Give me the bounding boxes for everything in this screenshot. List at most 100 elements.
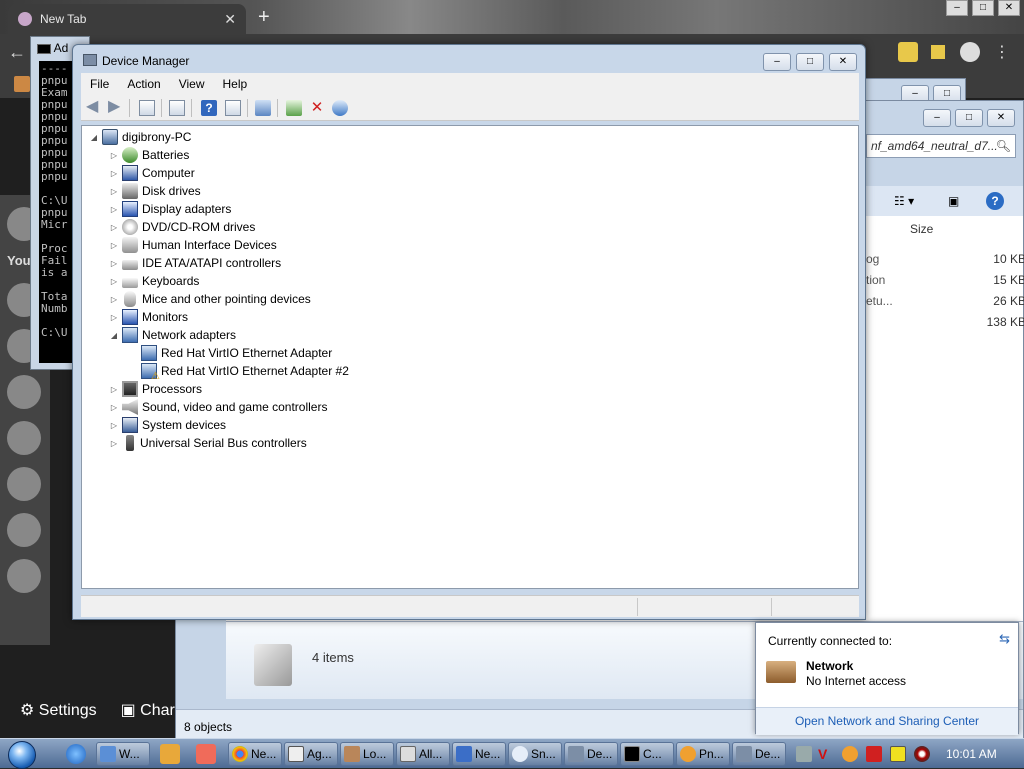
device-tree[interactable]: ◢ digibrony-PC ▷ Batteries ▷ Computer ▷ … [81,125,859,589]
media-player-icon[interactable] [160,744,180,764]
browser-close-button[interactable]: ✕ [998,0,1020,16]
properties-icon[interactable] [169,100,185,116]
taskbar-clock[interactable]: 10:01 AM [946,747,997,761]
expand-arrow-icon[interactable]: ▷ [108,295,120,304]
expand-arrow-icon[interactable]: ▷ [108,259,120,268]
telegram-icon[interactable] [7,513,41,547]
taskbar-task[interactable]: De... [564,742,618,766]
reddit-icon[interactable] [7,559,41,593]
back-arrow-icon[interactable]: ◀ [86,99,102,116]
tree-item-processors[interactable]: ▷ Processors [108,380,202,398]
taskbar-task[interactable]: Ne... [452,742,506,766]
taskbar-task[interactable]: Lo... [340,742,394,766]
taskbar-task[interactable]: Ag... [284,742,338,766]
tree-item-monitors[interactable]: ▷ Monitors [108,308,188,326]
show-action-pane-icon[interactable] [225,100,241,116]
browser-maximize-button[interactable]: □ [972,0,994,16]
tray-network-icon[interactable] [890,746,906,762]
tray-v-icon[interactable]: V [818,746,834,762]
tree-item-ide-controllers[interactable]: ▷ IDE ATA/ATAPI controllers [108,254,281,272]
tree-item-virtio-adapter[interactable]: Red Hat VirtIO Ethernet Adapter [127,344,332,362]
taskbar-task[interactable]: Ne... [228,742,282,766]
whatsapp-icon[interactable] [7,467,41,501]
tree-item-human-interface-devices[interactable]: ▷ Human Interface Devices [108,236,277,254]
file-row[interactable]: 138 KB [866,315,1024,335]
menu-help[interactable]: Help [214,77,257,91]
tree-item-virtio-adapter-2[interactable]: Red Hat VirtIO Ethernet Adapter #2 [127,362,349,382]
uninstall-device-icon[interactable]: ✕ [309,100,325,116]
pinterest-icon[interactable] [7,375,41,409]
change-view-icon[interactable]: ☷ ▾ [894,194,914,208]
maximize-button[interactable]: □ [796,53,824,71]
start-button[interactable] [8,741,36,769]
expand-arrow-icon[interactable]: ▷ [108,223,120,232]
tray-app-icon[interactable] [796,746,812,762]
browser-tab-new-tab[interactable]: New Tab ✕ [8,4,246,34]
expand-arrow-icon[interactable]: ▷ [108,241,120,250]
taskbar-task[interactable]: C... [620,742,674,766]
scan-hardware-changes-icon[interactable] [255,100,271,116]
tree-item-computer[interactable]: ▷ Computer [108,164,195,182]
device-manager-titlebar[interactable]: Device Manager – □ ✕ [73,45,865,75]
menu-view[interactable]: View [170,77,214,91]
refresh-icon[interactable]: ⇆ [999,631,1010,647]
tree-item-sound-controllers[interactable]: ▷ Sound, video and game controllers [108,398,327,416]
tree-item-mice[interactable]: ▷ Mice and other pointing devices [108,290,311,308]
expand-arrow-icon[interactable]: ▷ [108,439,120,448]
update-driver-icon[interactable] [286,100,302,116]
menu-file[interactable]: File [81,77,118,91]
new-tab-plus-icon[interactable]: + [258,6,270,29]
apps-shortcut-icon[interactable] [14,76,30,92]
explorer-search-box[interactable]: nf_amd64_neutral_d7... 🔍︎ [866,134,1016,158]
search-icon[interactable]: 🔍︎ [996,139,1011,153]
taskbar-task[interactable]: All... [396,742,450,766]
help-icon[interactable]: ? [986,192,1004,210]
expand-arrow-icon[interactable]: ▷ [108,277,120,286]
tree-item-disk-drives[interactable]: ▷ Disk drives [108,182,201,200]
tray-search-icon[interactable] [842,746,858,762]
expand-arrow-icon[interactable]: ▷ [108,169,120,178]
tree-root[interactable]: ◢ digibrony-PC [88,128,191,146]
expand-arrow-icon[interactable]: ▷ [108,151,120,160]
open-network-sharing-center-link[interactable]: Open Network and Sharing Center [756,707,1018,735]
extension-icon[interactable] [928,42,948,62]
expand-arrow-icon[interactable]: ▷ [108,421,120,430]
size-column-header[interactable]: Size [910,222,933,236]
preview-pane-icon[interactable]: ▣ [948,194,959,208]
twitter-icon[interactable] [7,421,41,455]
show-hide-console-tree-icon[interactable] [139,100,155,116]
close-tab-icon[interactable]: ✕ [224,11,236,28]
minimize-button[interactable]: – [923,109,951,127]
tree-item-display-adapters[interactable]: ▷ Display adapters [108,200,231,218]
changelog-link[interactable]: ▣ Char [121,700,175,720]
tray-volume-icon[interactable] [914,746,930,762]
file-row[interactable]: tion 15 KB [866,273,1024,293]
close-button[interactable]: ✕ [987,109,1015,127]
file-row[interactable]: og 10 KB [866,252,1024,272]
collapse-arrow-icon[interactable]: ◢ [88,133,100,142]
internet-explorer-icon[interactable] [66,744,86,764]
browser-minimize-button[interactable]: – [946,0,968,16]
expand-arrow-icon[interactable]: ▷ [108,313,120,322]
browser-back-icon[interactable]: ← [8,42,26,63]
profile-avatar-icon[interactable] [960,42,980,62]
taskbar-task[interactable]: Sn... [508,742,562,766]
settings-link[interactable]: ⚙ Settings [20,700,97,720]
tree-item-batteries[interactable]: ▷ Batteries [108,146,189,164]
paint-icon[interactable] [196,744,216,764]
tree-item-network-adapters[interactable]: ◢ Network adapters [108,326,236,344]
enable-device-icon[interactable] [332,100,348,116]
forward-arrow-icon[interactable]: ▶ [108,99,124,116]
tree-item-keyboards[interactable]: ▷ Keyboards [108,272,199,290]
close-button[interactable]: ✕ [829,53,857,71]
maximize-button[interactable]: □ [955,109,983,127]
expand-arrow-icon[interactable]: ▷ [108,187,120,196]
expand-arrow-icon[interactable]: ▷ [108,403,120,412]
browser-menu-icon[interactable]: ⋮ [994,42,1014,62]
device-manager-window[interactable]: Device Manager – □ ✕ File Action View He… [72,44,866,620]
minimize-button[interactable]: – [763,53,791,71]
extensions-puzzle-icon[interactable] [898,42,918,62]
expand-arrow-icon[interactable]: ▷ [108,385,120,394]
tree-item-usb-controllers[interactable]: ▷ Universal Serial Bus controllers [108,434,307,452]
expand-arrow-icon[interactable]: ▷ [108,205,120,214]
